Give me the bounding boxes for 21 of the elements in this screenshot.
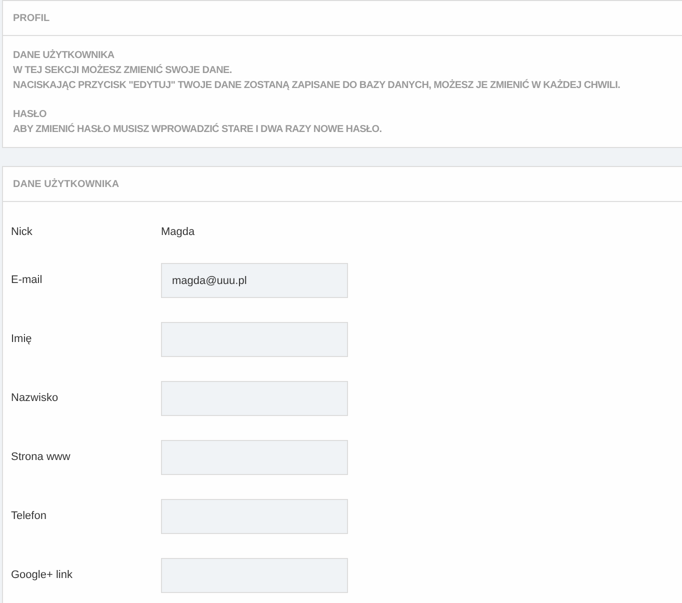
info-text: W TEJ SEKCJI MOŻESZ ZMIENIĆ SWOJE DANE. (13, 63, 233, 78)
info-text: ABY ZMIENIĆ HASŁO MUSISZ WPROWADZIĆ STARE I DWA RAZY NOWE HASŁO. (13, 122, 383, 137)
field-label: Telefon (11, 509, 48, 524)
input-field[interactable] (161, 558, 348, 593)
input-field[interactable] (161, 440, 348, 475)
section-heading: DANE UŻYTKOWNIKA (13, 48, 116, 63)
field-label: Nick (11, 225, 34, 240)
field-label: E-mail (11, 273, 44, 288)
info-text: NACISKAJĄC PRZYCISK "EDYTUJ" TWOJE DANE ZOSTANĄ ZAPISANE DO BAZY DANYCH, MOŻESZ JE ZMIENIĆ W KAŻDEJ CHWILI. (13, 78, 622, 93)
input-field[interactable]: magda@uuu.pl (161, 263, 348, 298)
input-field[interactable] (161, 381, 348, 416)
field-label: Nazwisko (11, 391, 60, 406)
panel-title: PROFIL (13, 12, 50, 26)
section-heading: HASŁO (13, 108, 48, 122)
field-label: Strona www (11, 450, 72, 466)
field-label: Imię (11, 332, 33, 348)
nick-value: Magda (161, 225, 195, 240)
input-field[interactable] (161, 322, 348, 357)
input-field[interactable] (161, 499, 348, 534)
panel-title: DANE UŻYTKOWNIKA (13, 177, 120, 192)
field-label: Google+ link (11, 568, 74, 584)
